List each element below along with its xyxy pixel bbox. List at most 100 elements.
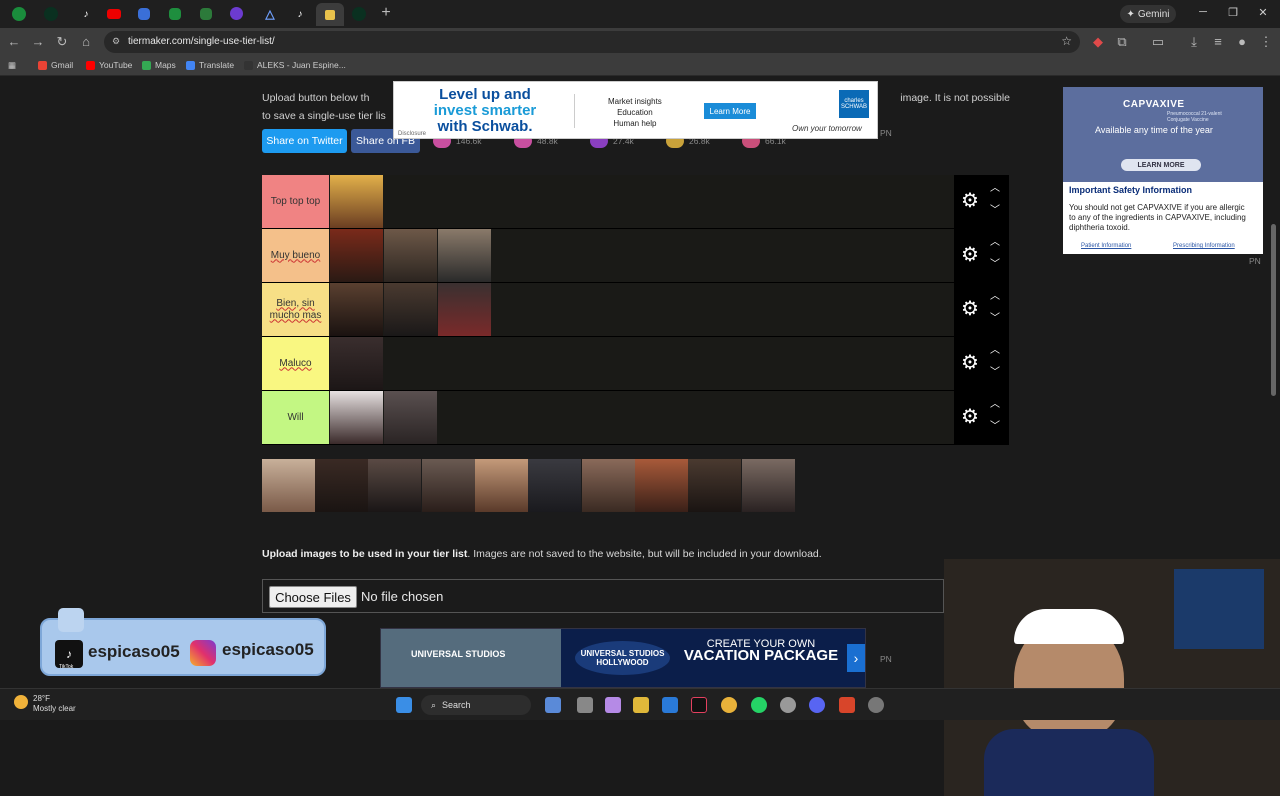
- move-down-icon[interactable]: ﹀: [988, 259, 1002, 271]
- pool-item-image[interactable]: [688, 459, 741, 512]
- side-advertisement[interactable]: CAPVAXIVE Pneumococcal 21-valent Conjuga…: [1063, 87, 1263, 254]
- tier-item-image[interactable]: [384, 229, 437, 282]
- taskbar-search[interactable]: ⌕ Search: [421, 695, 531, 715]
- move-up-icon[interactable]: ︿: [988, 399, 1002, 411]
- tier-item-image[interactable]: [330, 283, 383, 336]
- ad-disclosure-link[interactable]: Disclosure: [398, 131, 426, 137]
- tier-item-image[interactable]: [330, 337, 383, 390]
- forward-icon[interactable]: →: [30, 34, 46, 50]
- bookmark-gmail[interactable]: Gmail: [38, 60, 73, 70]
- top-advertisement[interactable]: Level up and invest smarter with Schwab.…: [393, 81, 878, 139]
- tier-label[interactable]: Muy bueno: [262, 229, 329, 282]
- taskbar-app-icon[interactable]: [839, 697, 855, 713]
- ad-learn-more-button[interactable]: LEARN MORE: [1121, 159, 1201, 171]
- patient-info-link[interactable]: Patient Information: [1081, 243, 1131, 249]
- maximize-icon[interactable]: ❐: [1226, 6, 1240, 19]
- settings-gear-icon[interactable]: ⚙: [960, 353, 980, 373]
- tier-item-image[interactable]: [330, 229, 383, 282]
- profile-avatar[interactable]: ●: [1234, 34, 1250, 50]
- download-icon[interactable]: ⤓: [1186, 34, 1202, 50]
- pool-item-image[interactable]: [635, 459, 688, 512]
- menu-icon[interactable]: ⋮: [1258, 34, 1274, 50]
- tiktok-tab-icon[interactable]: ♪: [76, 5, 96, 23]
- tier-item-image[interactable]: [330, 175, 383, 228]
- tier-item-image[interactable]: [438, 229, 491, 282]
- gear-icon[interactable]: [868, 697, 884, 713]
- bookmark-aleks[interactable]: ALEKS - Juan Espine...: [244, 60, 346, 70]
- ad-learn-more-button[interactable]: Learn More: [704, 103, 756, 119]
- bookmark-translate[interactable]: Translate: [186, 60, 234, 70]
- share-twitter-button[interactable]: Share on Twitter: [262, 129, 347, 153]
- close-icon[interactable]: ✕: [1256, 6, 1270, 19]
- tier-label[interactable]: Bien, sin mucho mas: [262, 283, 329, 336]
- whatsapp-icon[interactable]: [751, 697, 767, 713]
- pool-item-image[interactable]: [582, 459, 635, 512]
- move-up-icon[interactable]: ︿: [988, 291, 1002, 303]
- move-up-icon[interactable]: ︿: [988, 183, 1002, 195]
- bottom-advertisement[interactable]: UNIVERSAL STUDIOS UNIVERSAL STUDIOS HOLL…: [380, 628, 866, 688]
- bookmark-youtube[interactable]: YouTube: [86, 60, 132, 70]
- move-down-icon[interactable]: ﹀: [988, 367, 1002, 379]
- chrome-icon[interactable]: [721, 697, 737, 713]
- extensions-icon[interactable]: ⧉: [1114, 34, 1130, 50]
- tab-icon[interactable]: [12, 7, 26, 21]
- tier-label[interactable]: Top top top: [262, 175, 329, 228]
- sheets-tab-icon[interactable]: [200, 8, 212, 20]
- settings-gear-icon[interactable]: ⚙: [960, 245, 980, 265]
- site-info-icon[interactable]: ⚙: [112, 36, 120, 47]
- tiktok-tab-icon[interactable]: ♪: [290, 5, 310, 23]
- choose-files-button[interactable]: Choose Files: [269, 586, 357, 608]
- move-down-icon[interactable]: ﹀: [988, 421, 1002, 433]
- move-down-icon[interactable]: ﹀: [988, 313, 1002, 325]
- pool-item-image[interactable]: [528, 459, 581, 512]
- new-tab-button[interactable]: +: [378, 5, 394, 21]
- bookmark-star-icon[interactable]: ☆: [1061, 34, 1072, 48]
- tier-item-image[interactable]: [330, 391, 383, 444]
- docs-tab-icon[interactable]: [138, 8, 150, 20]
- chevron-right-icon[interactable]: ›: [847, 644, 865, 672]
- tab-icon[interactable]: [352, 7, 366, 21]
- taskbar-app-icon[interactable]: [545, 697, 561, 713]
- sheets-tab-icon[interactable]: [169, 8, 181, 20]
- minimize-icon[interactable]: ─: [1196, 6, 1210, 18]
- prescribing-info-link[interactable]: Prescribing Information: [1173, 243, 1235, 249]
- apps-icon[interactable]: ▦: [8, 60, 16, 71]
- tab-icon[interactable]: [44, 7, 58, 21]
- tier-item-image[interactable]: [438, 283, 491, 336]
- aleks-tab-icon[interactable]: △: [260, 5, 280, 23]
- tiermaker-tab-active[interactable]: [316, 3, 344, 26]
- youtube-tab-icon[interactable]: [107, 9, 121, 19]
- gemini-button[interactable]: ✦ Gemini: [1120, 5, 1176, 23]
- settings-gear-icon[interactable]: ⚙: [960, 191, 980, 211]
- pool-item-image[interactable]: [315, 459, 368, 512]
- settings-gear-icon[interactable]: ⚙: [960, 299, 980, 319]
- weather-widget[interactable]: 28°F Mostly clear: [33, 694, 76, 714]
- tier-item-image[interactable]: [384, 283, 437, 336]
- task-view-icon[interactable]: [577, 697, 593, 713]
- settings-gear-icon[interactable]: ⚙: [960, 407, 980, 427]
- pool-item-image[interactable]: [475, 459, 528, 512]
- store-icon[interactable]: [662, 697, 678, 713]
- windows-start-icon[interactable]: [396, 697, 412, 713]
- settings-app-icon[interactable]: [780, 697, 796, 713]
- reading-list-icon[interactable]: ≡: [1210, 34, 1226, 50]
- pool-item-image[interactable]: [422, 459, 475, 512]
- widgets-icon[interactable]: [605, 697, 621, 713]
- tab-icon[interactable]: [230, 7, 243, 20]
- back-icon[interactable]: ←: [6, 34, 22, 50]
- discord-icon[interactable]: [809, 697, 825, 713]
- move-up-icon[interactable]: ︿: [988, 237, 1002, 249]
- tier-label[interactable]: Maluco: [262, 337, 329, 390]
- move-down-icon[interactable]: ﹀: [988, 205, 1002, 217]
- file-explorer-icon[interactable]: [633, 697, 649, 713]
- pool-item-image[interactable]: [262, 459, 315, 512]
- tier-label[interactable]: Will: [262, 391, 329, 444]
- tier-item-image[interactable]: [384, 391, 437, 444]
- tiktok-app-icon[interactable]: [691, 697, 707, 713]
- pool-item-image[interactable]: [742, 459, 795, 512]
- move-up-icon[interactable]: ︿: [988, 345, 1002, 357]
- pool-item-image[interactable]: [368, 459, 421, 512]
- extension-icon[interactable]: ◆: [1090, 34, 1106, 50]
- home-icon[interactable]: ⌂: [78, 34, 94, 50]
- sidepanel-icon[interactable]: ▭: [1150, 34, 1166, 50]
